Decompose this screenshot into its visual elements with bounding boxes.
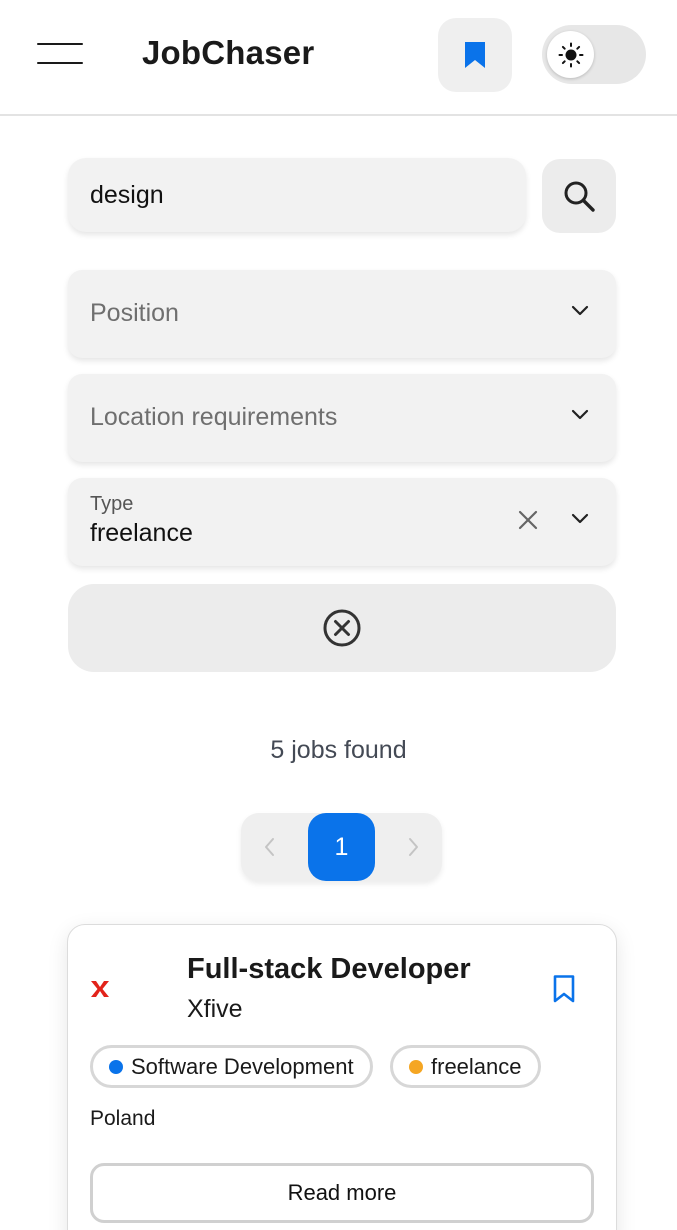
- results-count: 5 jobs found: [270, 736, 407, 764]
- hamburger-menu-icon[interactable]: [37, 42, 83, 66]
- theme-toggle[interactable]: [542, 25, 646, 84]
- chevron-right-icon[interactable]: [406, 835, 420, 859]
- job-title[interactable]: Full-stack Developer: [187, 953, 471, 986]
- job-card: Full-stack Developer Xfive Software Deve…: [67, 924, 617, 1230]
- app-title: JobChaser: [142, 34, 315, 71]
- sun-icon: [558, 42, 583, 67]
- read-more-button[interactable]: Read more: [90, 1163, 594, 1223]
- search-input[interactable]: design: [68, 158, 526, 232]
- pagination: 1: [241, 813, 442, 881]
- type-select[interactable]: Type freelance: [68, 478, 616, 566]
- chevron-down-icon: [571, 513, 589, 524]
- clear-icon[interactable]: [516, 508, 540, 532]
- type-label: Type: [90, 493, 134, 515]
- search-button[interactable]: [542, 159, 616, 233]
- xfive-logo: [91, 981, 109, 997]
- position-select[interactable]: Position: [68, 270, 616, 358]
- theme-toggle-knob: [547, 31, 594, 78]
- location-placeholder: Location requirements: [90, 403, 338, 431]
- search-icon: [564, 181, 595, 212]
- app-header: JobChaser: [0, 0, 677, 116]
- job-company: Xfive: [187, 995, 243, 1023]
- chevron-down-icon: [571, 409, 589, 420]
- job-tag-label: Software Development: [131, 1053, 354, 1079]
- bookmark-icon: [465, 42, 485, 68]
- job-tag: Software Development: [90, 1045, 373, 1088]
- bookmark-outline-icon[interactable]: [552, 974, 576, 1004]
- job-location: Poland: [90, 1107, 156, 1130]
- job-tag-label: freelance: [431, 1053, 522, 1079]
- circle-x-icon: [323, 609, 361, 647]
- saved-jobs-button[interactable]: [438, 18, 512, 92]
- location-select[interactable]: Location requirements: [68, 374, 616, 462]
- tag-dot: [109, 1059, 123, 1074]
- reset-filters-button[interactable]: [68, 584, 616, 672]
- type-value: freelance: [90, 519, 193, 547]
- page-button-1[interactable]: 1: [308, 813, 375, 881]
- job-tag: freelance: [390, 1045, 541, 1088]
- chevron-down-icon: [571, 305, 589, 316]
- position-placeholder: Position: [90, 299, 179, 327]
- chevron-left-icon[interactable]: [263, 835, 277, 859]
- tag-dot: [409, 1059, 423, 1074]
